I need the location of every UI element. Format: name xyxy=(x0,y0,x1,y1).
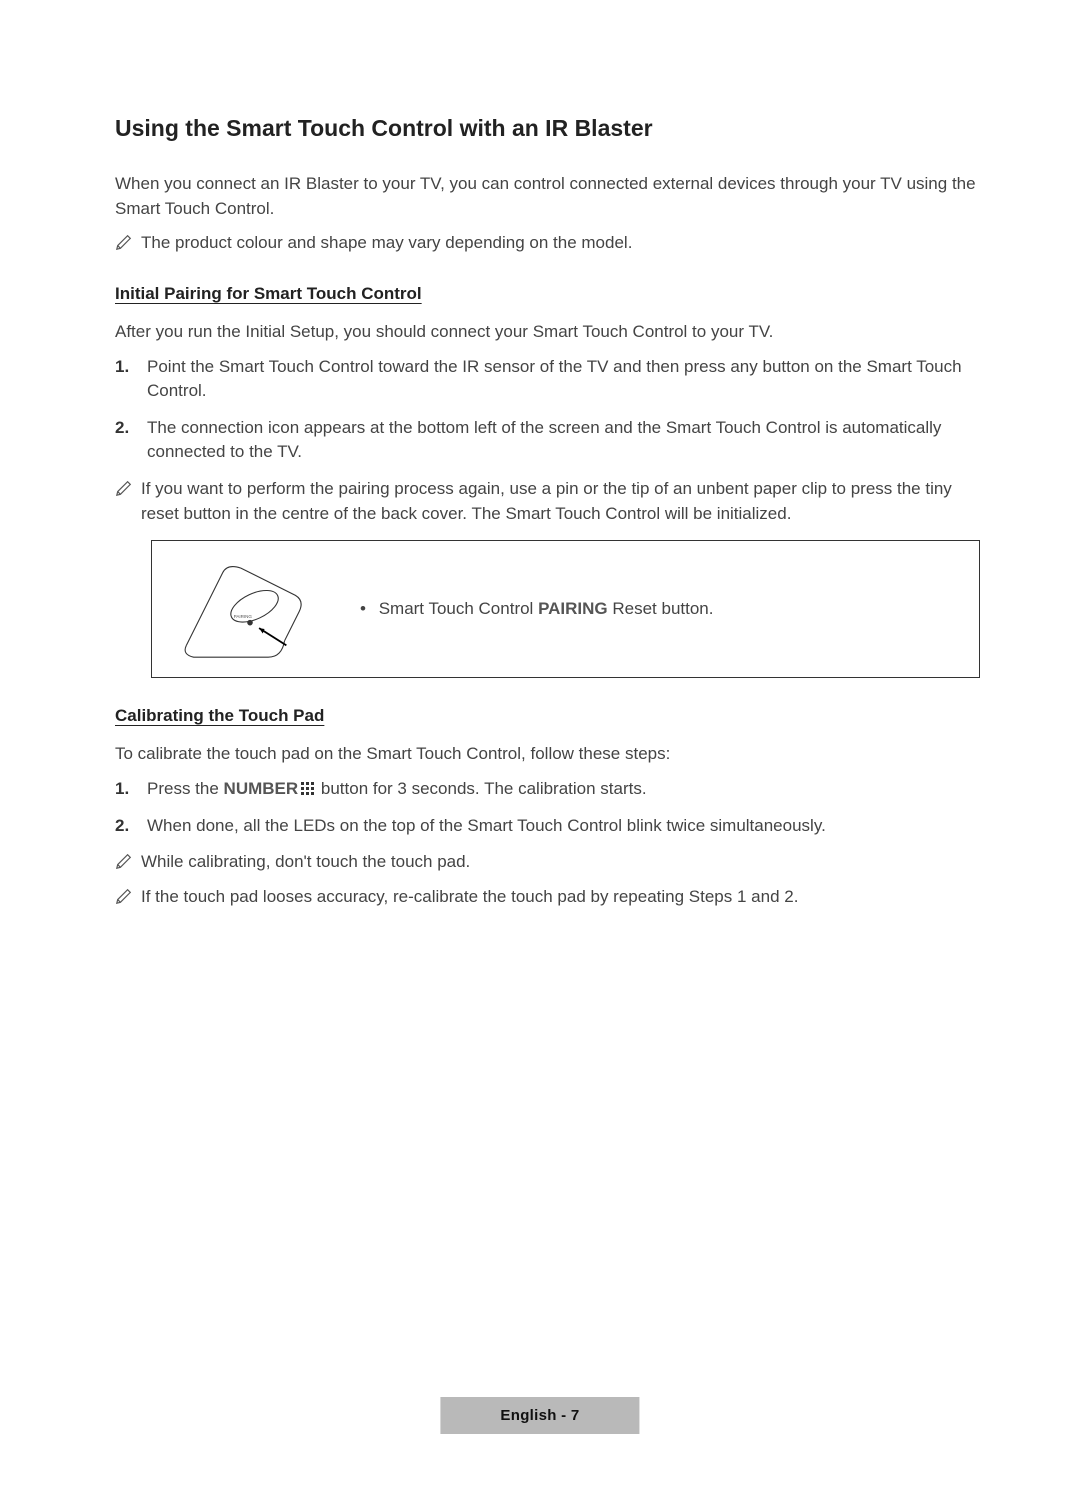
note-text: The product colour and shape may vary de… xyxy=(141,231,980,256)
step1-post: button for 3 seconds. The calibration st… xyxy=(316,779,646,798)
step-text: When done, all the LEDs on the top of th… xyxy=(147,814,980,839)
step-number: 1. xyxy=(115,777,137,802)
diagram-box: PAIRING Smart Touch Control PAIRING Rese… xyxy=(151,540,980,678)
page-content: Using the Smart Touch Control with an IR… xyxy=(0,0,1080,910)
diagram-text-bold: PAIRING xyxy=(538,599,608,618)
note-icon xyxy=(115,887,133,905)
diagram-caption: Smart Touch Control PAIRING Reset button… xyxy=(360,599,713,619)
subheading-calibrating: Calibrating the Touch Pad xyxy=(115,706,980,726)
note-icon xyxy=(115,852,133,870)
step-row: 2. When done, all the LEDs on the top of… xyxy=(115,814,980,839)
remote-reset-diagram: PAIRING xyxy=(170,559,330,659)
note-icon xyxy=(115,479,133,497)
note-calibrating-dont-touch: While calibrating, don't touch the touch… xyxy=(115,850,980,875)
note-model-variation: The product colour and shape may vary de… xyxy=(115,231,980,256)
step-number: 2. xyxy=(115,416,137,465)
note-text: While calibrating, don't touch the touch… xyxy=(141,850,980,875)
subheading-initial-pairing: Initial Pairing for Smart Touch Control xyxy=(115,284,980,304)
step1-pre: Press the xyxy=(147,779,224,798)
step-text: Press the NUMBER button for 3 seconds. T… xyxy=(147,777,980,802)
diagram-text-post: Reset button. xyxy=(608,599,714,618)
step-number: 1. xyxy=(115,355,137,404)
number-button-label: NUMBER xyxy=(224,779,299,798)
note-recalibrate: If the touch pad looses accuracy, re-cal… xyxy=(115,885,980,910)
step-row: 2. The connection icon appears at the bo… xyxy=(115,416,980,465)
step-row: 1. Point the Smart Touch Control toward … xyxy=(115,355,980,404)
svg-text:PAIRING: PAIRING xyxy=(234,614,253,619)
step-row: 1. Press the NUMBER button for 3 seconds… xyxy=(115,777,980,802)
diagram-text-pre: Smart Touch Control xyxy=(379,599,538,618)
page-title: Using the Smart Touch Control with an IR… xyxy=(115,115,980,142)
intro-paragraph: When you connect an IR Blaster to your T… xyxy=(115,172,980,221)
section1-lead: After you run the Initial Setup, you sho… xyxy=(115,320,980,345)
step-number: 2. xyxy=(115,814,137,839)
note-reset-pairing: If you want to perform the pairing proce… xyxy=(115,477,980,526)
section2-lead: To calibrate the touch pad on the Smart … xyxy=(115,742,980,767)
note-text: If the touch pad looses accuracy, re-cal… xyxy=(141,885,980,910)
note-icon xyxy=(115,233,133,251)
page-footer: English - 7 xyxy=(440,1397,639,1434)
step-text: The connection icon appears at the botto… xyxy=(147,416,980,465)
note-text: If you want to perform the pairing proce… xyxy=(141,477,980,526)
step-text: Point the Smart Touch Control toward the… xyxy=(147,355,980,404)
number-grid-icon xyxy=(300,781,314,795)
